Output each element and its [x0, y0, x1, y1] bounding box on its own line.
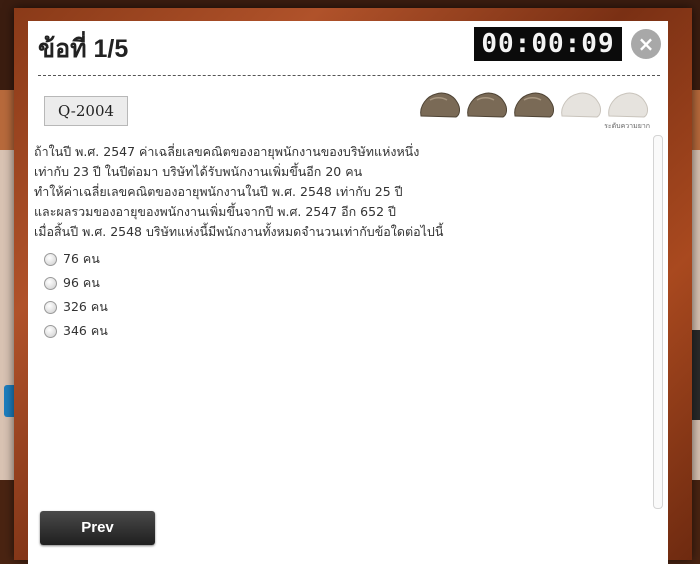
answer-option-label: 76 คน [63, 251, 100, 266]
content-scrollbar[interactable] [653, 135, 663, 509]
question-line: เมื่อสิ้นปี พ.ศ. 2548 บริษัทแห่งนี้มีพนั… [34, 224, 444, 239]
question-line: และผลรวมของอายุของพนักงานเพิ่มขึ้นจากปี … [34, 204, 396, 219]
answer-options: 76 คน 96 คน 326 คน 346 คน [44, 247, 108, 343]
answer-option-1[interactable]: 76 คน [44, 247, 108, 271]
rock-icon-empty [561, 92, 601, 118]
rock-icon [420, 92, 460, 118]
quiz-modal: ข้อที่ 1/5 00:00:09 × Q-2004 ระดับความยา… [28, 21, 668, 564]
radio-button[interactable] [44, 276, 57, 290]
question-text: ถ้าในปี พ.ศ. 2547 ค่าเฉลี่ยเลขคณิตของอาย… [34, 142, 624, 242]
answer-option-2[interactable]: 96 คน [44, 271, 108, 295]
answer-option-4[interactable]: 346 คน [44, 319, 108, 343]
question-line: ทำให้ค่าเฉลี่ยเลขคณิตของอายุพนักงานในปี … [34, 184, 403, 199]
header-divider [38, 75, 660, 76]
difficulty-label: ระดับความยาก [604, 122, 650, 130]
radio-button[interactable] [44, 300, 57, 314]
question-counter: ข้อที่ 1/5 [38, 35, 129, 63]
radio-button[interactable] [44, 252, 57, 266]
answer-option-label: 346 คน [63, 323, 108, 338]
rock-icon [467, 92, 507, 118]
prev-button[interactable]: Prev [40, 511, 155, 545]
rock-icon [514, 92, 554, 118]
close-button[interactable]: × [631, 29, 661, 59]
answer-option-label: 96 คน [63, 275, 100, 290]
difficulty-rating: ระดับความยาก [418, 88, 650, 148]
radio-button[interactable] [44, 324, 57, 338]
question-line: เท่ากับ 23 ปี ในปีต่อมา บริษัทได้รับพนัก… [34, 164, 363, 179]
answer-option-label: 326 คน [63, 299, 108, 314]
question-line: ถ้าในปี พ.ศ. 2547 ค่าเฉลี่ยเลขคณิตของอาย… [34, 144, 420, 159]
answer-option-3[interactable]: 326 คน [44, 295, 108, 319]
rock-icon-empty [608, 92, 648, 118]
countdown-timer: 00:00:09 [474, 27, 622, 61]
question-code-badge: Q-2004 [44, 96, 128, 126]
